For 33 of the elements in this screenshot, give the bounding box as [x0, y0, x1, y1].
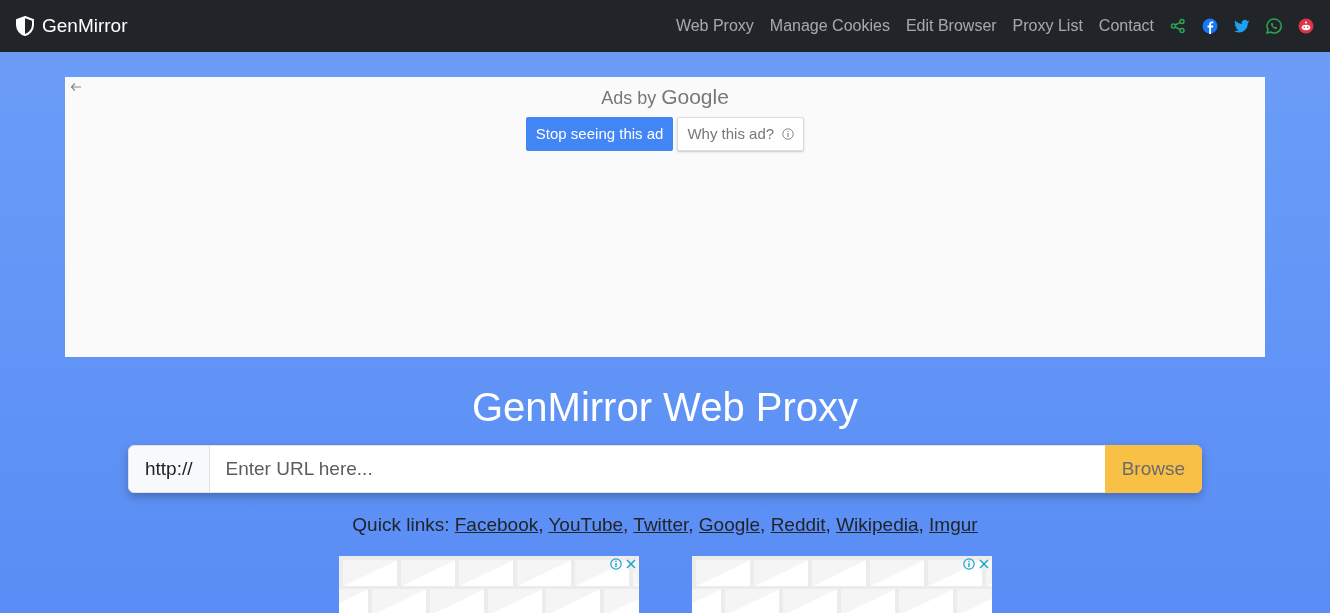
nav-link[interactable]: Edit Browser	[905, 14, 997, 38]
bird-icon[interactable]	[1234, 18, 1250, 34]
share-icon[interactable]	[1170, 18, 1186, 34]
back-arrow-icon[interactable]	[70, 82, 82, 92]
info-icon	[782, 127, 795, 140]
page-title: GenMirror Web Proxy	[471, 384, 859, 431]
quick-link[interactable]: Wikipedia	[836, 514, 919, 535]
nav-link[interactable]: Proxy List	[1012, 14, 1083, 38]
alien-icon[interactable]	[1298, 18, 1314, 34]
close-icon[interactable]	[978, 558, 989, 569]
info-icon[interactable]	[962, 557, 975, 570]
close-icon[interactable]	[625, 558, 636, 569]
quick-link[interactable]: YouTube	[548, 514, 624, 535]
facebook-icon[interactable]	[1202, 18, 1218, 34]
nav-link[interactable]: Manage Cookies	[769, 14, 890, 38]
info-icon[interactable]	[609, 557, 622, 570]
quick-link[interactable]: Imgur	[929, 514, 978, 535]
phone-chat-icon[interactable]	[1266, 18, 1282, 34]
nav-link[interactable]: Contact	[1098, 14, 1154, 38]
brand-link[interactable]: GenMirror	[16, 11, 128, 41]
browse-button[interactable]: Browse	[1104, 445, 1202, 493]
quick-link[interactable]: Twitter	[633, 514, 689, 535]
shield-icon	[16, 16, 34, 36]
quick-links-text: Quick links: Facebook, YouTube, Twitter, Google, Reddit, Wikipedia, Imgur	[351, 513, 979, 537]
ads-by-label: Ads by Google	[601, 84, 729, 110]
quick-link[interactable]: Google	[698, 514, 761, 535]
nav-link[interactable]: Web Proxy	[675, 14, 754, 38]
url-input[interactable]: Enter URL here...	[208, 445, 1106, 493]
url-prefix: http://	[128, 445, 210, 493]
stop-ad-button[interactable]: Stop seeing this ad	[525, 116, 674, 151]
quick-link[interactable]: Facebook	[454, 514, 539, 535]
quick-link[interactable]: Reddit	[770, 514, 826, 535]
why-ad-button[interactable]: Why this ad?	[677, 116, 805, 151]
